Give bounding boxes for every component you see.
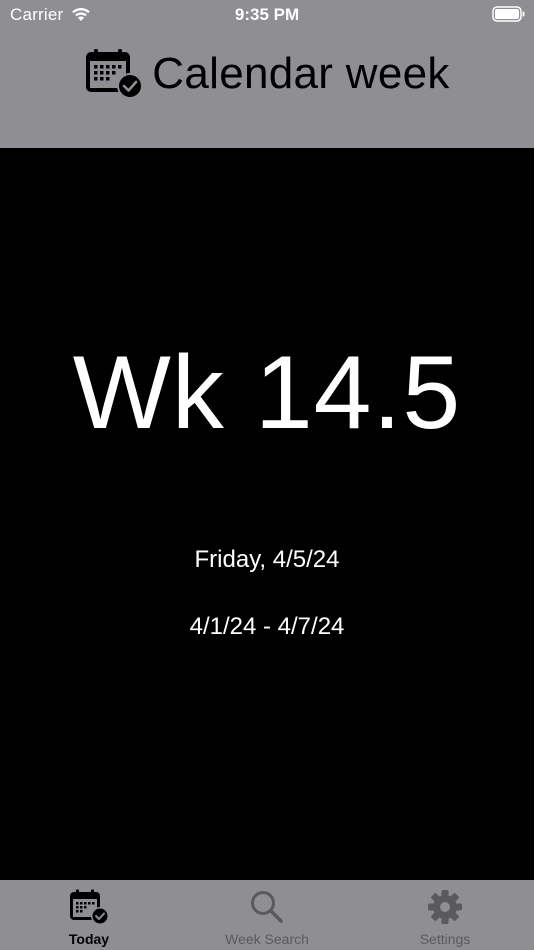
week-number: Wk 14.5: [72, 335, 462, 451]
tab-bar: Today Week Search Settings: [0, 880, 534, 950]
tab-settings[interactable]: Settings: [356, 880, 534, 950]
page-title: Calendar week: [152, 49, 450, 98]
status-bar: Carrier 9:35 PM: [0, 0, 534, 30]
header: Carrier 9:35 PM Calendar week: [0, 0, 534, 148]
status-time: 9:35 PM: [234, 5, 300, 24]
week-range: 4/1/24 - 4/7/24: [189, 613, 345, 640]
gear-icon: [428, 890, 462, 924]
calendar-check-icon: [70, 889, 109, 925]
battery-icon: [492, 6, 525, 22]
tab-today-label: Today: [68, 931, 110, 947]
calendar-check-icon: [86, 49, 144, 99]
tab-settings-label: Settings: [419, 931, 471, 947]
today-date: Friday, 4/5/24: [194, 546, 340, 573]
tab-week-search[interactable]: Week Search: [178, 880, 356, 950]
tab-week-search-label: Week Search: [225, 931, 309, 947]
screen: Carrier 9:35 PM Calendar week Wk 14.5 Fr…: [0, 0, 534, 950]
search-icon: [251, 891, 283, 923]
tab-today[interactable]: Today: [0, 880, 178, 950]
title-row: Calendar week: [0, 44, 534, 104]
